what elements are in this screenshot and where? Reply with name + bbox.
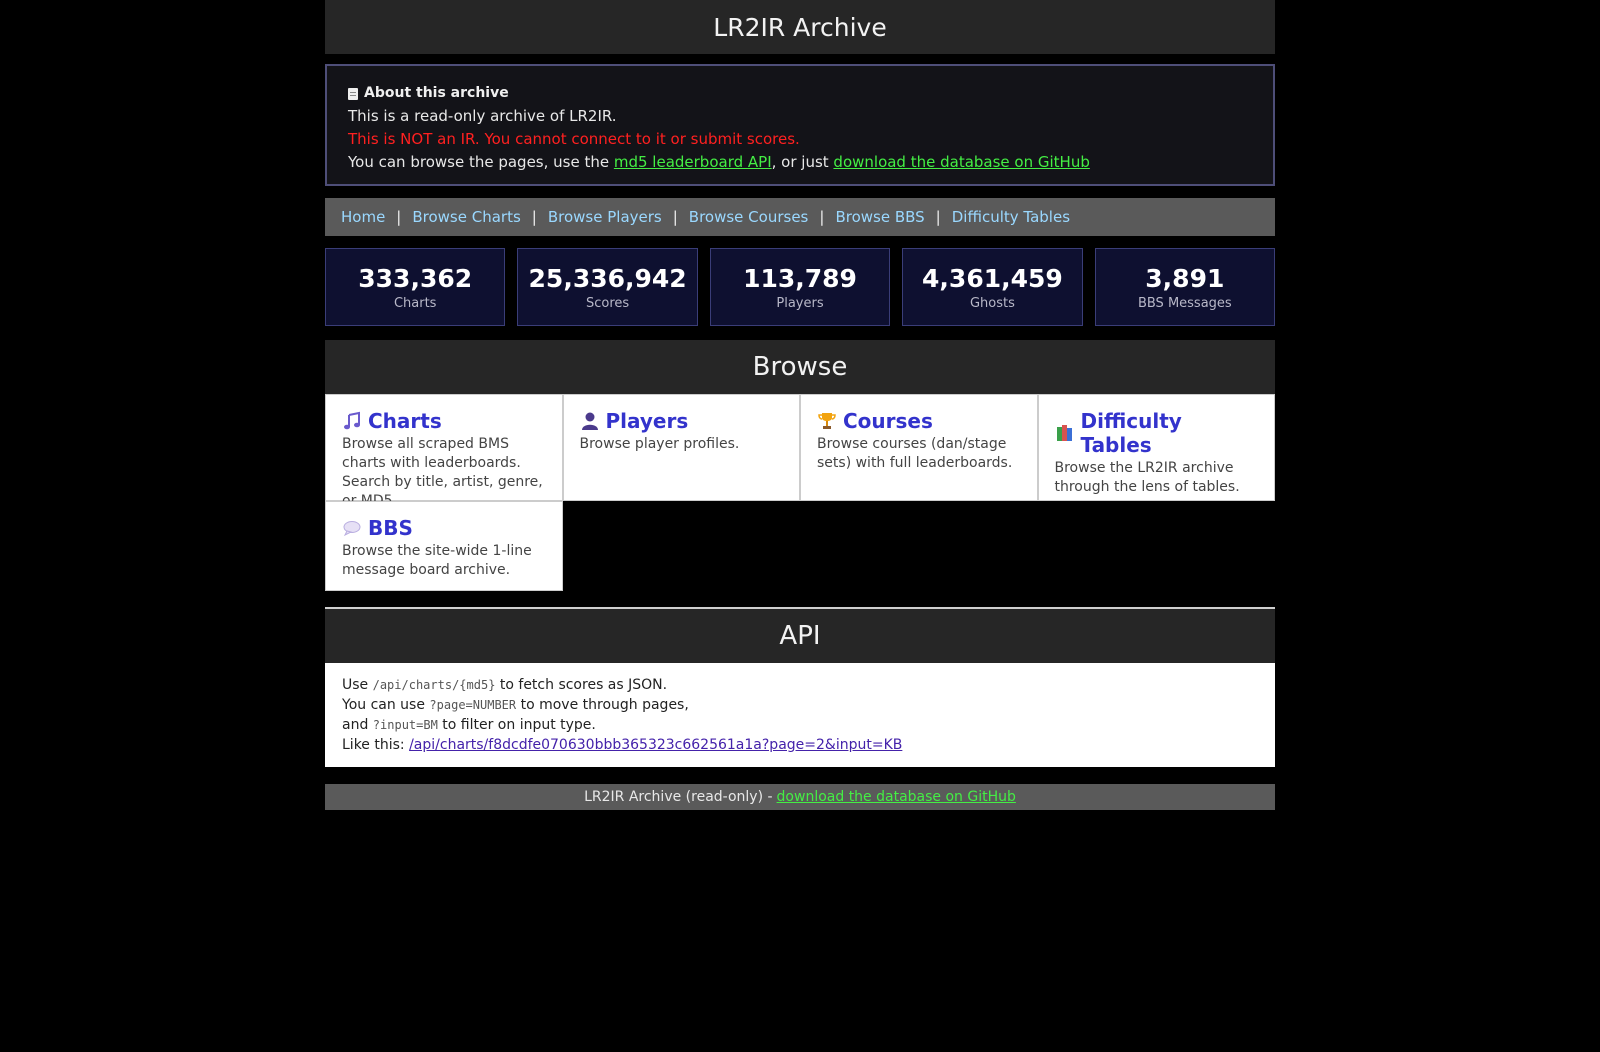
footer-text: LR2IR Archive (read-only) -	[584, 789, 773, 805]
card-title: BBS	[342, 516, 546, 540]
nav-separator: |	[672, 208, 678, 226]
stat-label: Scores	[586, 295, 630, 311]
card-desc: Browse the site-wide 1-line message boar…	[342, 543, 532, 578]
md5-api-link[interactable]: md5 leaderboard API	[614, 153, 772, 171]
api-code-endpoint: /api/charts/{md5}	[372, 678, 496, 692]
nav-separator: |	[819, 208, 825, 226]
about-line-readonly: This is a read-only archive of LR2IR.	[348, 107, 617, 125]
stat-value: 113,789	[743, 263, 857, 293]
api-text: to move through pages,	[516, 697, 689, 713]
about-title-text: About this archive	[364, 85, 509, 101]
stat-bbs-messages: 3,891 BBS Messages	[1094, 248, 1276, 326]
about-panel: About this archive This is a read-only a…	[325, 64, 1275, 186]
card-title-text: Courses	[843, 409, 933, 433]
browse-card-charts[interactable]: Charts Browse all scraped BMS charts wit…	[325, 394, 563, 509]
browse-heading: Browse	[325, 340, 1275, 394]
browse-card-courses[interactable]: Courses Browse courses (dan/stage sets) …	[800, 394, 1038, 501]
music-note-icon	[344, 411, 360, 430]
card-title: Players	[580, 409, 784, 433]
card-title-text: Players	[605, 409, 689, 433]
api-title: API	[779, 621, 821, 651]
stat-label: Ghosts	[969, 295, 1015, 311]
browse-card-difficulty-tables[interactable]: Difficulty Tables Browse the LR2IR archi…	[1037, 394, 1275, 501]
nav-separator: |	[531, 208, 537, 226]
nav-separator: |	[396, 208, 402, 226]
document-icon	[348, 87, 358, 100]
about-title: About this archive	[348, 82, 1252, 105]
api-text: Like this:	[342, 737, 410, 753]
browse-card-players[interactable]: Players Browse player profiles.	[562, 394, 800, 501]
browse-title: Browse	[752, 352, 848, 382]
books-icon	[1056, 425, 1072, 441]
stat-value: 333,362	[358, 263, 473, 293]
stats-row: 333,362 Charts 25,336,942 Scores 113,789…	[325, 248, 1276, 326]
stat-value: 3,891	[1145, 263, 1225, 293]
api-heading: API	[325, 609, 1275, 663]
api-code-input: ?input=BM	[372, 718, 438, 732]
stat-value: 4,361,459	[922, 263, 1063, 293]
api-line-endpoint: Use /api/charts/{md5} to fetch scores as…	[342, 675, 1258, 695]
api-text: and	[342, 717, 373, 733]
about-links-prefix: You can browse the pages, use the	[348, 153, 614, 171]
browse-grid: Charts Browse all scraped BMS charts wit…	[325, 394, 1275, 591]
card-title-text: Difficulty Tables	[1080, 409, 1182, 457]
nav-browse-courses[interactable]: Browse Courses	[689, 208, 809, 226]
stat-charts: 333,362 Charts	[325, 248, 506, 326]
api-text: You can use	[342, 697, 430, 713]
stat-label: BBS Messages	[1137, 295, 1232, 311]
card-title: Charts	[342, 409, 546, 433]
api-line-example: Like this: /api/charts/f8dcdfe070630bbb3…	[342, 735, 1258, 755]
card-title: Difficulty Tables	[1055, 409, 1259, 457]
main-nav: Home | Browse Charts | Browse Players | …	[325, 198, 1275, 236]
about-line-links: You can browse the pages, use the md5 le…	[348, 151, 1252, 174]
stat-players: 113,789 Players	[709, 248, 891, 326]
nav-separator: |	[935, 208, 941, 226]
speech-bubble-icon	[343, 521, 361, 537]
api-code-page: ?page=NUMBER	[429, 698, 517, 712]
card-title-text: BBS	[368, 516, 413, 540]
api-line-input: and ?input=BM to filter on input type.	[342, 715, 1258, 735]
trophy-icon	[818, 413, 836, 429]
person-icon	[581, 412, 598, 430]
footer-github-link[interactable]: download the database on GitHub	[777, 789, 1016, 805]
card-desc: Browse courses (dan/stage sets) with ful…	[817, 436, 1013, 471]
card-desc: Browse player profiles.	[579, 436, 740, 452]
api-text: Use	[342, 677, 373, 693]
stat-scores: 25,336,942 Scores	[517, 248, 698, 326]
card-desc: Browse all scraped BMS charts with leade…	[342, 436, 543, 509]
stat-ghosts: 4,361,459 Ghosts	[902, 248, 1083, 326]
nav-home[interactable]: Home	[341, 208, 385, 226]
nav-browse-charts[interactable]: Browse Charts	[412, 208, 520, 226]
page-container: LR2IR Archive About this archive This is…	[325, 0, 1276, 810]
api-text: to fetch scores as JSON.	[495, 677, 668, 693]
stat-label: Players	[776, 295, 824, 311]
github-download-link[interactable]: download the database on GitHub	[833, 153, 1089, 171]
site-header: LR2IR Archive	[325, 0, 1275, 54]
api-text: to filter on input type.	[437, 717, 596, 733]
stat-label: Charts	[393, 295, 437, 311]
card-desc: Browse the LR2IR archive through the len…	[1054, 460, 1240, 495]
about-warning: This is NOT an IR. You cannot connect to…	[348, 130, 800, 148]
browse-card-bbs[interactable]: BBS Browse the site-wide 1-line message …	[325, 501, 563, 591]
nav-browse-bbs[interactable]: Browse BBS	[835, 208, 924, 226]
api-line-page: You can use ?page=NUMBER to move through…	[342, 695, 1258, 715]
card-title-text: Charts	[368, 409, 442, 433]
nav-difficulty-tables[interactable]: Difficulty Tables	[952, 208, 1070, 226]
card-title: Courses	[817, 409, 1021, 433]
about-links-middle: , or just	[771, 153, 834, 171]
site-title: LR2IR Archive	[713, 12, 887, 42]
api-body: Use /api/charts/{md5} to fetch scores as…	[325, 663, 1275, 767]
site-footer: LR2IR Archive (read-only) - download the…	[325, 784, 1275, 810]
stat-value: 25,336,942	[528, 263, 687, 293]
nav-browse-players[interactable]: Browse Players	[548, 208, 662, 226]
api-example-link[interactable]: /api/charts/f8dcdfe070630bbb365323c66256…	[409, 737, 902, 753]
